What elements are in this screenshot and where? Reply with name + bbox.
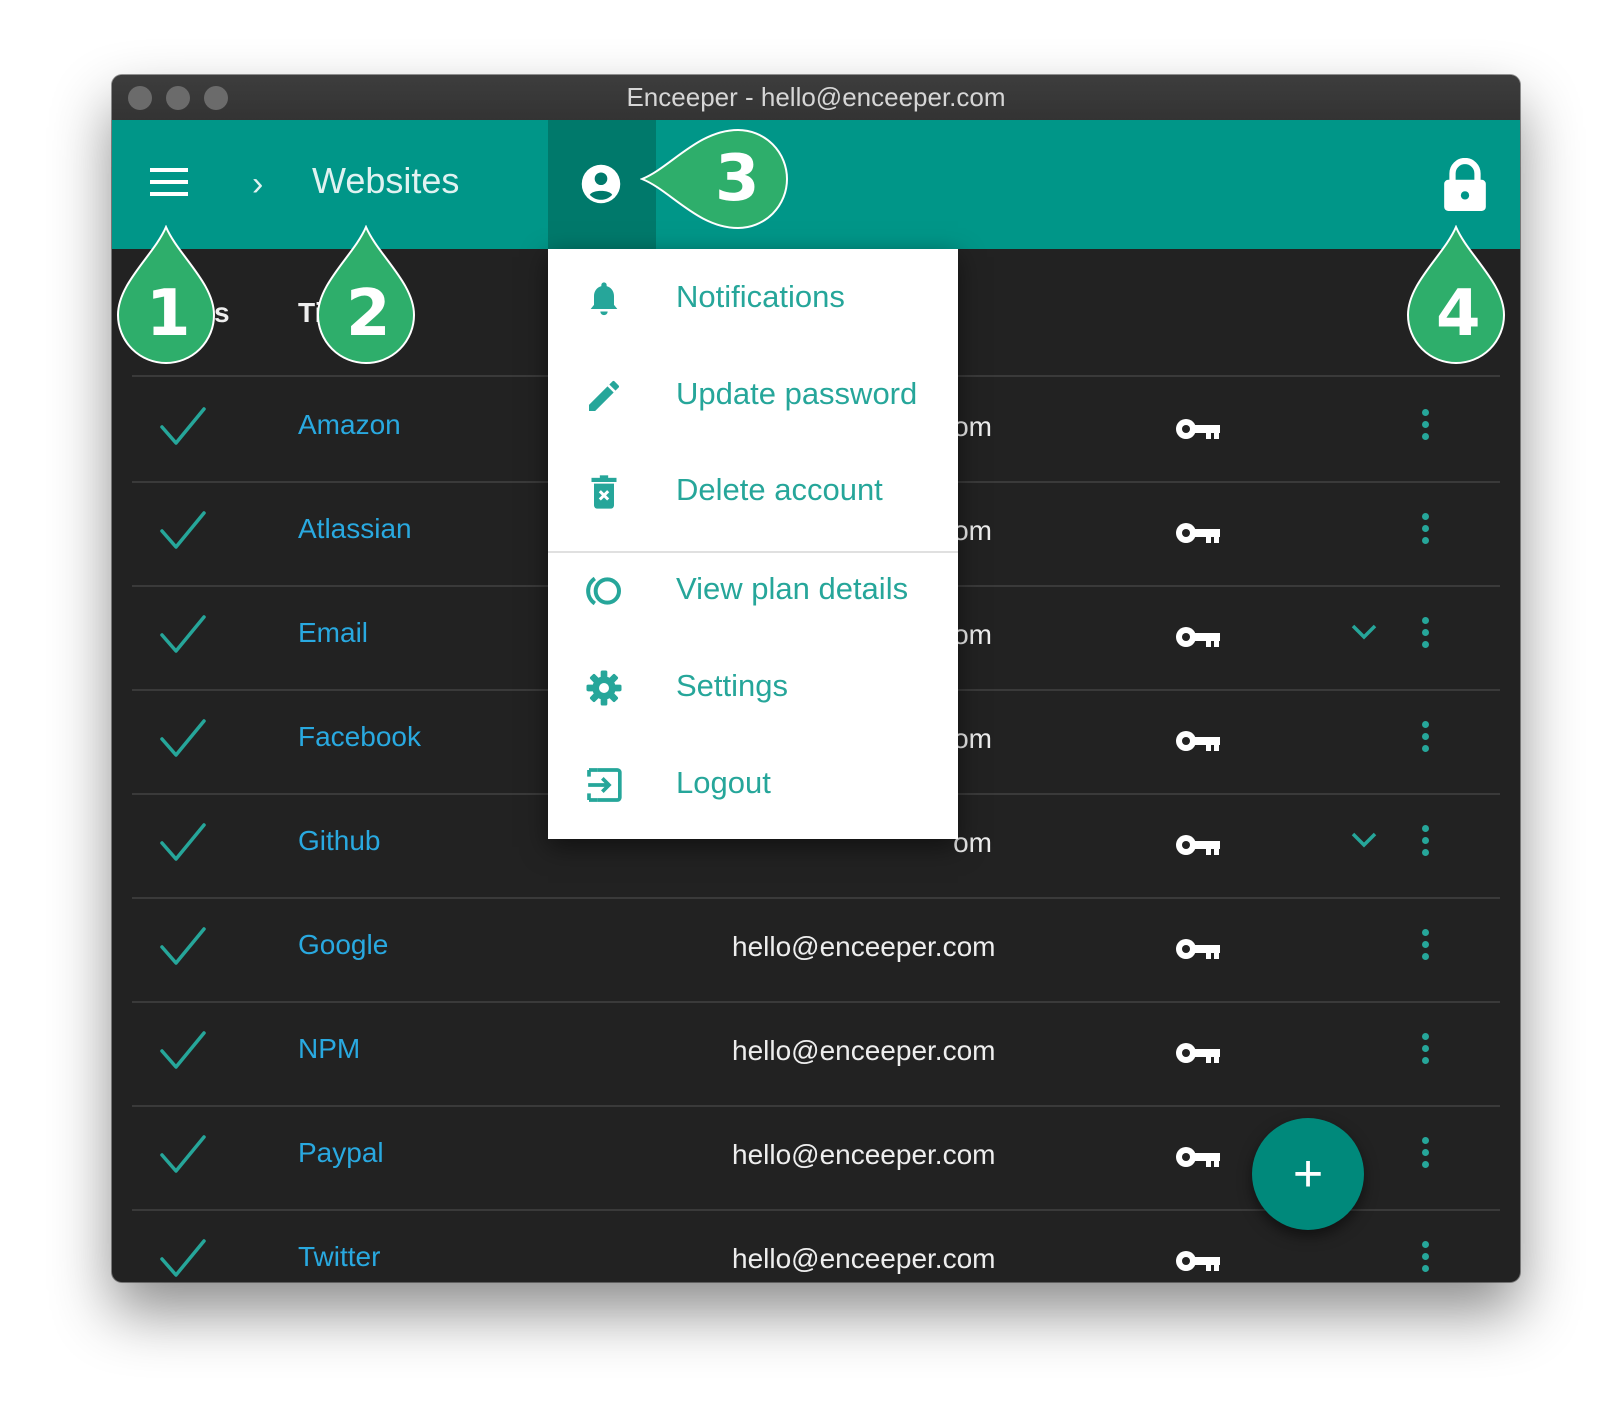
row-title-link[interactable]: Twitter bbox=[298, 1241, 380, 1273]
more-options-icon[interactable] bbox=[1422, 513, 1432, 553]
menu-item-settings[interactable]: Settings bbox=[548, 638, 958, 738]
row-title-link[interactable]: Facebook bbox=[298, 721, 421, 753]
check-icon bbox=[160, 615, 206, 653]
check-icon bbox=[160, 511, 206, 549]
more-options-icon[interactable] bbox=[1422, 721, 1432, 761]
more-options-icon[interactable] bbox=[1422, 1033, 1432, 1073]
row-email: hello@enceeper.com bbox=[732, 1035, 996, 1066]
check-icon bbox=[160, 1135, 206, 1173]
row-title-link[interactable]: Amazon bbox=[298, 409, 401, 441]
key-icon[interactable] bbox=[1174, 727, 1220, 755]
menu-item-label: Delete account bbox=[676, 472, 883, 507]
menu-item-view-plan-details[interactable]: View plan details bbox=[548, 541, 958, 641]
breadcrumb-chevron-icon: › bbox=[252, 165, 264, 203]
callout-number: 4 bbox=[1436, 277, 1481, 351]
row-title-link[interactable]: Paypal bbox=[298, 1137, 384, 1169]
check-icon bbox=[160, 407, 206, 445]
check-icon bbox=[160, 719, 206, 757]
row-email: hello@enceeper.com bbox=[732, 931, 996, 962]
more-options-icon[interactable] bbox=[1422, 409, 1432, 449]
trash-icon bbox=[591, 475, 617, 509]
key-icon[interactable] bbox=[1174, 1247, 1220, 1275]
menu-item-delete-account[interactable]: Delete account bbox=[548, 442, 958, 542]
callout-number: 2 bbox=[346, 277, 391, 351]
check-icon bbox=[160, 1239, 206, 1277]
row-title-link[interactable]: Email bbox=[298, 617, 368, 649]
menu-item-label: Update password bbox=[676, 376, 918, 411]
key-icon[interactable] bbox=[1174, 415, 1220, 443]
menu-item-label: Settings bbox=[676, 668, 789, 703]
account-circle-icon bbox=[581, 164, 621, 204]
account-dropdown-menu: Notifications Update password Delete acc… bbox=[548, 249, 958, 839]
check-icon bbox=[160, 927, 206, 965]
callout-number: 1 bbox=[146, 277, 191, 351]
key-icon[interactable] bbox=[1174, 623, 1220, 651]
key-icon[interactable] bbox=[1174, 935, 1220, 963]
row-title-link[interactable]: NPM bbox=[298, 1033, 360, 1065]
row-email: hello@enceeper.com bbox=[732, 1139, 996, 1170]
window-title: Enceeper - hello@enceeper.com bbox=[626, 82, 1006, 112]
menu-item-notifications[interactable]: Notifications bbox=[548, 249, 958, 349]
lock-button[interactable] bbox=[1440, 157, 1490, 214]
more-options-icon[interactable] bbox=[1422, 929, 1432, 969]
gear-icon bbox=[586, 670, 622, 706]
lock-icon bbox=[1444, 157, 1486, 211]
callout-4: 4 bbox=[1406, 224, 1506, 365]
more-options-icon[interactable] bbox=[1422, 617, 1432, 657]
more-options-icon[interactable] bbox=[1422, 825, 1432, 865]
menu-item-update-password[interactable]: Update password bbox=[548, 346, 958, 446]
key-icon[interactable] bbox=[1174, 519, 1220, 547]
logout-icon bbox=[587, 768, 622, 802]
table-row[interactable]: NPM hello@enceeper.com bbox=[132, 1001, 1500, 1107]
check-icon bbox=[160, 1031, 206, 1069]
menu-item-logout[interactable]: Logout bbox=[548, 735, 958, 835]
row-email: hello@enceeper.com bbox=[732, 1243, 996, 1274]
menu-item-label: View plan details bbox=[676, 571, 909, 606]
close-window-button[interactable] bbox=[128, 86, 152, 110]
zoom-window-button[interactable] bbox=[204, 86, 228, 110]
menu-item-label: Notifications bbox=[676, 279, 845, 314]
row-title-link[interactable]: Github bbox=[298, 825, 381, 857]
row-title-link[interactable]: Atlassian bbox=[298, 513, 412, 545]
chevron-down-icon[interactable] bbox=[1350, 623, 1378, 641]
hamburger-menu-button[interactable] bbox=[150, 168, 188, 198]
plus-icon: + bbox=[1292, 1145, 1324, 1203]
chevron-down-icon[interactable] bbox=[1350, 831, 1378, 849]
pencil-icon bbox=[589, 381, 619, 411]
bell-icon bbox=[590, 282, 618, 316]
check-icon bbox=[160, 823, 206, 861]
key-icon[interactable] bbox=[1174, 831, 1220, 859]
column-header-status[interactable]: s bbox=[214, 297, 230, 329]
minimize-window-button[interactable] bbox=[166, 86, 190, 110]
callout-number: 3 bbox=[715, 142, 760, 216]
key-icon[interactable] bbox=[1174, 1143, 1220, 1171]
table-row[interactable]: Google hello@enceeper.com bbox=[132, 897, 1500, 1003]
row-title-link[interactable]: Google bbox=[298, 929, 388, 961]
breadcrumb-websites[interactable]: Websites bbox=[312, 160, 459, 202]
callout-1: 1 bbox=[116, 224, 216, 365]
key-icon[interactable] bbox=[1174, 1039, 1220, 1067]
callout-3: 3 bbox=[639, 128, 790, 230]
more-options-icon[interactable] bbox=[1422, 1137, 1432, 1177]
plan-icon bbox=[586, 576, 621, 606]
add-item-fab-button[interactable]: + bbox=[1252, 1118, 1364, 1230]
more-options-icon[interactable] bbox=[1422, 1241, 1432, 1281]
menu-item-label: Logout bbox=[676, 765, 771, 800]
title-bar: Enceeper - hello@enceeper.com bbox=[112, 75, 1520, 120]
callout-2: 2 bbox=[316, 224, 416, 365]
